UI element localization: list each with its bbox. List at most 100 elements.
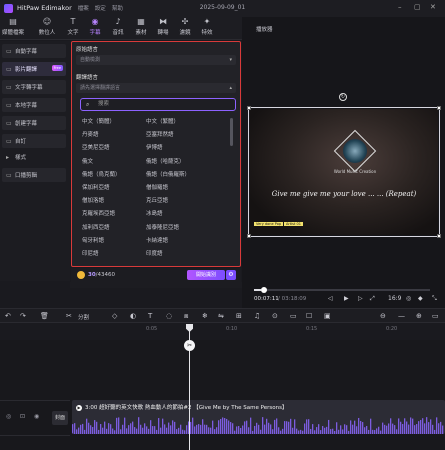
rotate-handle-icon[interactable]: ↻ (339, 93, 347, 101)
language-option[interactable]: 丹麥語 (82, 131, 99, 140)
delete-icon[interactable]: 🗑 (40, 312, 49, 320)
tab-text[interactable]: T 文字 (62, 17, 84, 36)
start-identify-button[interactable]: 開始識別 (187, 270, 225, 280)
sidebar-item-local-subtitle[interactable]: ▭ 本地字幕 (2, 98, 66, 112)
language-option[interactable]: 加泰隆尼亞語 (146, 224, 179, 233)
track-mute-icon[interactable]: ◉ (34, 413, 39, 420)
tab-audio[interactable]: ♪ 音訊 (107, 17, 129, 36)
language-option[interactable]: 克羅埃西亞語 (82, 210, 115, 219)
fit-icon[interactable]: ▭ (432, 312, 439, 320)
language-option[interactable]: 中文（繁體） (146, 118, 179, 127)
scissors-icon[interactable]: ✂ (66, 312, 72, 320)
crop-icon[interactable]: ⧈ (184, 312, 188, 321)
next-frame-icon[interactable]: ▷ (358, 295, 363, 302)
resize-handle[interactable] (437, 106, 441, 110)
tab-transitions[interactable]: ⧓ 轉場 (152, 17, 174, 36)
tab-label: 濾鏡 (179, 30, 191, 36)
language-option[interactable]: 保加利亞語 (82, 184, 110, 193)
mirror-icon[interactable]: ⇋ (218, 312, 224, 320)
record-icon[interactable]: ⊙ (272, 312, 278, 320)
target-language-select[interactable]: 請先選擇翻譯語言 ▴ (76, 83, 236, 93)
menu-help[interactable]: 幫助 (112, 4, 123, 12)
maximize-icon[interactable]: ▢ (414, 3, 421, 11)
camera-icon[interactable]: ◎ (406, 295, 411, 302)
sidebar-item-voice-cut[interactable]: ▭ 口播剪輯 (2, 168, 66, 182)
transform-icon[interactable]: ⊞ (236, 312, 242, 320)
sidebar-item-style[interactable]: ▸ 樣式 (2, 150, 66, 164)
split-button[interactable]: 分割 (78, 313, 89, 321)
video-clip[interactable]: ▶ 3:00 超好聽的英文快歌 熱血動人的節拍#2 【Give Me by The… (72, 400, 445, 434)
split-marker-icon[interactable]: ✂ (184, 340, 195, 351)
aspect-ratio-select[interactable]: 16:9 (388, 295, 401, 302)
zoom-out-icon[interactable]: ⊖ (380, 312, 386, 320)
resize-handle[interactable] (247, 106, 251, 110)
language-option[interactable]: 僧加洛語 (82, 197, 104, 206)
selection-box[interactable] (247, 106, 441, 238)
resize-handle[interactable] (247, 234, 251, 238)
minimize-icon[interactable]: – (398, 3, 402, 11)
language-list-scrollbar[interactable] (230, 118, 233, 146)
close-icon[interactable]: ✕ (430, 3, 436, 11)
sidebar-item-video-translate[interactable]: ▭ 影片翻譯 Free (2, 62, 66, 76)
tab-filters[interactable]: ✣ 濾鏡 (174, 17, 196, 36)
language-option[interactable]: 俄語（烏克蘭） (82, 171, 121, 180)
sidebar-item-custom[interactable]: ▭ 自訂 (2, 134, 66, 148)
language-option[interactable]: 匈牙利語 (82, 237, 104, 246)
track-lock-icon[interactable]: ⊡ (20, 413, 25, 420)
waveform-bar (132, 421, 134, 434)
tab-media[interactable]: ▤ 媒體檔案 (2, 17, 24, 36)
timeline-ruler[interactable]: 0:05 0:10 0:15 0:20 (0, 324, 445, 340)
cover-button[interactable]: 封面 (52, 411, 68, 425)
play-icon[interactable]: ▶ (344, 295, 349, 302)
language-option[interactable]: 中文（簡體） (82, 118, 115, 127)
fullscreen-play-icon[interactable]: ⤢ (370, 295, 375, 303)
sidebar-item-create-subtitle[interactable]: ▭ 創建字幕 (2, 116, 66, 130)
language-option[interactable]: 俄文 (82, 158, 93, 167)
text-tool-icon[interactable]: T (148, 312, 152, 320)
language-option[interactable]: 俄語（哈薩克） (146, 158, 185, 167)
language-option[interactable]: 亞塞拜然語 (146, 131, 174, 140)
track-visible-icon[interactable]: ◎ (6, 413, 11, 420)
language-search-input[interactable]: ⌕ 搜索 (80, 98, 236, 111)
language-option[interactable]: 克丘亞語 (146, 197, 168, 206)
freeze-icon[interactable]: ❄ (202, 312, 208, 320)
sticker-tool-icon[interactable]: ☐ (306, 312, 312, 320)
language-option[interactable]: 亞美尼亞語 (82, 144, 110, 153)
settings-icon[interactable]: ⚙ (226, 270, 236, 280)
source-language-select[interactable]: 自動檢測 ▾ (76, 55, 236, 65)
resize-handle[interactable] (437, 234, 441, 238)
language-option[interactable]: 印度語 (146, 250, 163, 259)
menu-settings[interactable]: 設定 (95, 4, 106, 12)
menu-file[interactable]: 檔案 (78, 4, 89, 12)
language-option[interactable]: 冰島語 (146, 210, 163, 219)
language-option[interactable]: 伊博語 (146, 144, 163, 153)
language-option[interactable]: 加利西亞語 (82, 224, 110, 233)
sidebar-item-text-to-subtitle[interactable]: ▭ 文字轉字幕 (2, 80, 66, 94)
tab-avatar[interactable]: ☺ 數位人 (36, 17, 58, 36)
zoom-in-icon[interactable]: ⊕ (416, 312, 422, 320)
speed-icon[interactable]: ◐ (130, 312, 136, 320)
language-option[interactable]: 俄語（白俄羅斯） (146, 171, 190, 180)
expand-icon[interactable]: ⤡ (432, 295, 437, 303)
shield-icon[interactable]: ◇ (112, 312, 117, 320)
tab-subtitle[interactable]: ◉ 字幕 (84, 17, 106, 36)
redo-icon[interactable]: ↷ (20, 312, 26, 320)
waveform-bar (114, 430, 116, 434)
volume-icon[interactable]: ◆ (418, 295, 423, 302)
language-option[interactable]: 印尼語 (82, 250, 99, 259)
prev-frame-icon[interactable]: ◁ (328, 295, 333, 302)
progress-thumb[interactable] (261, 287, 267, 293)
audio-icon[interactable]: ♫ (254, 312, 260, 320)
tab-stickers[interactable]: ▦ 素材 (130, 17, 152, 36)
sidebar-item-auto-subtitle[interactable]: ▭ 自動字幕 (2, 44, 66, 58)
undo-icon[interactable]: ↶ (5, 312, 11, 320)
waveform-bar (292, 427, 294, 434)
tab-effects[interactable]: ✦ 特效 (196, 17, 218, 36)
image-icon[interactable]: ▣ (324, 312, 331, 320)
language-option[interactable]: 僧伽羅語 (146, 184, 168, 193)
mask-icon[interactable]: ◌ (166, 312, 172, 320)
screen-icon[interactable]: ▭ (290, 312, 297, 320)
language-option[interactable]: 卡納達語 (146, 237, 168, 246)
playback-progress[interactable] (254, 287, 430, 293)
zoom-slider[interactable]: — (398, 312, 405, 320)
